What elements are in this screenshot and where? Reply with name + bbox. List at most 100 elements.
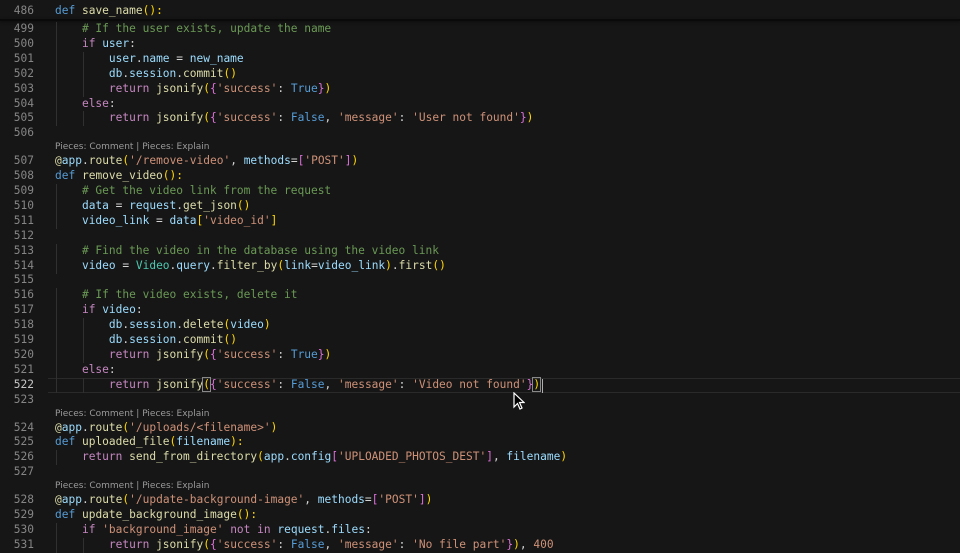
line-number: 502 [13, 66, 34, 80]
codelens-separator: | [133, 481, 143, 492]
code-line[interactable]: 511 video_link = data['video_id'] [0, 213, 960, 229]
code-line[interactable]: 518 db.session.delete(video) [0, 318, 960, 334]
code-line[interactable]: 530 if 'background_image' not in request… [0, 522, 960, 538]
code-line[interactable]: 504 else: [0, 96, 960, 112]
code-token: ( [257, 450, 264, 464]
code-token: new_name [189, 51, 244, 65]
code-line-text: # Find the video in the database using t… [55, 244, 439, 257]
code-token: commit [183, 66, 224, 80]
line-number: 510 [13, 198, 34, 212]
code-token: . [284, 450, 291, 464]
code-line[interactable]: 526 return send_from_directory(app.confi… [0, 450, 960, 466]
codelens-comment-link[interactable]: Pieces: Comment [55, 481, 133, 491]
code-token: if [81, 36, 96, 50]
code-token: 'POST' [378, 493, 419, 507]
code-line[interactable]: 509 # Get the video link from the reques… [0, 184, 960, 199]
code-token: else [81, 96, 109, 110]
code-token: 'success' [216, 347, 278, 361]
code-token: False [290, 111, 325, 125]
code-token: 'message' [338, 377, 399, 391]
code-token: 'Video not found' [412, 377, 527, 391]
codelens: Pieces: Comment | Pieces: Explain [55, 409, 209, 419]
code-line-text: @app.route('/remove-video', methods=['PO… [55, 154, 358, 167]
code-token: ] [344, 154, 352, 168]
code-token: @ [55, 420, 62, 434]
code-token: video_link [317, 258, 386, 272]
code-editor[interactable]: 486 def save_name(): 499 # If the user exi… [0, 0, 960, 553]
code-token: ): [230, 435, 244, 449]
line-number: 511 [13, 213, 34, 227]
code-line[interactable]: 528 @app.route('/update-background-image'… [0, 493, 960, 508]
code-line[interactable]: 524 @app.route('/uploads/<filename>') [0, 421, 960, 436]
code-token: 'POST' [304, 154, 345, 168]
code-line-text: # If the video exists, delete it [55, 288, 298, 301]
line-number: 529 [13, 508, 34, 521]
code-token: : [277, 377, 291, 391]
line-number: 527 [13, 465, 34, 479]
code-line[interactable]: 521 else: [0, 362, 960, 378]
code-token: session [129, 333, 177, 346]
code-token: . [81, 154, 89, 168]
code-token: True [290, 81, 318, 95]
code-token: (): [236, 508, 258, 521]
code-line[interactable]: 520 return jsonify({'success': True}) [0, 347, 960, 363]
code-line[interactable]: 501 user.name = new_name [0, 51, 960, 67]
code-token: . [81, 493, 89, 507]
code-token: config [290, 450, 332, 464]
code-line[interactable]: 527 [0, 465, 960, 480]
code-token: , [324, 377, 338, 391]
code-line[interactable]: 507 @app.route('/remove-video', methods=[… [0, 154, 960, 169]
code-line-text: if 'background_image' not in request.fil… [55, 523, 372, 536]
line-number: 504 [13, 96, 34, 110]
code-line[interactable]: 502 db.session.commit() [0, 66, 960, 82]
code-line[interactable]: 506 [0, 126, 960, 141]
code-line[interactable]: 516 # If the video exists, delete it [0, 288, 960, 304]
code-line[interactable]: 522 return jsonify({'success': False, 'm… [0, 376, 960, 393]
code-line[interactable]: 531 return jsonify({'success': False, 'm… [0, 537, 960, 553]
code-token: query [176, 258, 210, 272]
code-token: , [230, 154, 244, 168]
codelens-comment-link[interactable]: Pieces: Comment [55, 409, 133, 419]
text-cursor [541, 378, 543, 393]
code-line[interactable]: 517 if video: [0, 303, 960, 319]
code-line[interactable]: 513 # Find the video in the database usi… [0, 243, 960, 259]
code-line[interactable]: 500 if user: [0, 36, 960, 52]
code-line[interactable]: 508 def remove_video(): [0, 169, 960, 184]
code-line[interactable]: 525 def uploaded_file(filename): [0, 435, 960, 450]
code-token: 'success' [216, 111, 278, 125]
code-line[interactable]: 523 [0, 393, 960, 408]
line-number: 518 [13, 318, 34, 332]
code-line[interactable]: 503 return jsonify({'success': True}) [0, 81, 960, 97]
code-token: Video [135, 258, 170, 272]
code-line-text: return jsonify({'success': False, 'messa… [55, 111, 534, 125]
code-token: , [304, 493, 318, 507]
sticky-scroll-line[interactable]: 486 def save_name(): [0, 4, 960, 19]
codelens-explain-link[interactable]: Pieces: Explain [142, 142, 209, 152]
code-line[interactable]: 499 # If the user exists, update the nam… [0, 22, 960, 37]
codelens-explain-link[interactable]: Pieces: Explain [142, 409, 209, 419]
code-token: 'video_id' [203, 213, 271, 227]
codelens-explain-link[interactable]: Pieces: Explain [142, 481, 209, 491]
code-line[interactable]: 514 video = Video.query.filter_by(link=v… [0, 258, 960, 274]
code-token: video [102, 303, 136, 317]
code-line[interactable]: 515 [0, 273, 960, 288]
codelens-comment-link[interactable]: Pieces: Comment [55, 142, 133, 152]
code-token: ] [418, 493, 426, 507]
code-token: () [223, 66, 237, 80]
code-token: user [108, 51, 136, 65]
code-line[interactable]: 529 def update_background_image(): [0, 508, 960, 523]
code-token: = [115, 258, 136, 272]
line-number: 501 [13, 51, 34, 65]
code-line[interactable]: 505 return jsonify({'success': False, 'm… [0, 111, 960, 127]
code-token: False [290, 377, 325, 391]
code-line[interactable]: 510 data = request.get_json() [0, 198, 960, 214]
code-line[interactable]: 512 [0, 229, 960, 244]
line-number: 517 [13, 303, 34, 317]
code-line-text: @app.route('/uploads/<filename>') [55, 421, 277, 434]
code-line[interactable]: 519 db.session.commit() [0, 333, 960, 348]
